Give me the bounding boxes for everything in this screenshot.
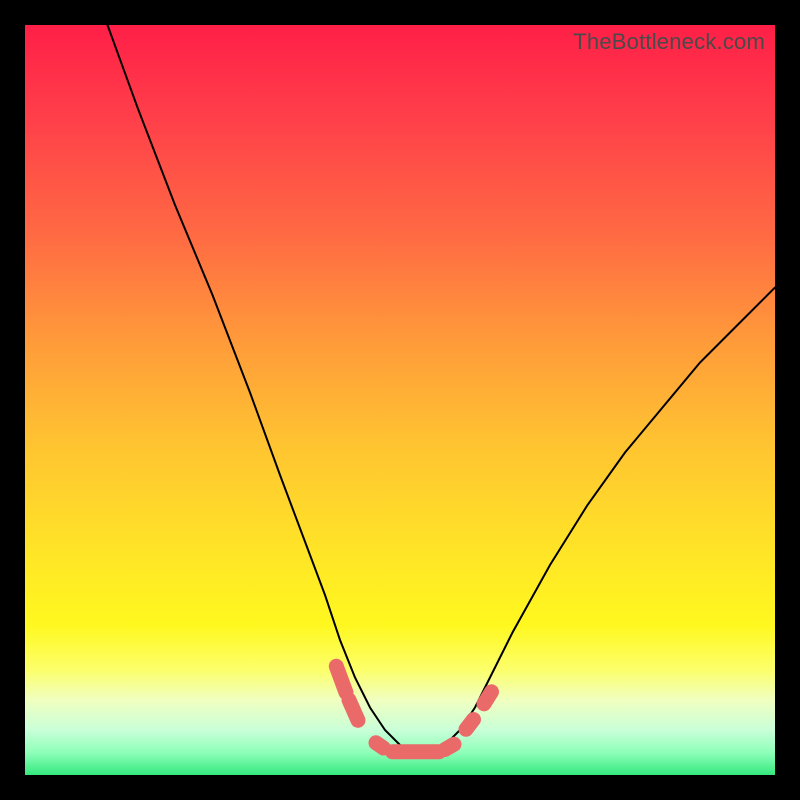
curve-marker [484,692,492,704]
curve-marker [336,666,346,692]
curve-path [108,25,776,753]
chart-overlay [25,25,775,775]
curve-marker [445,744,454,749]
chart-frame: TheBottleneck.com [0,0,800,800]
curve-marker [466,720,474,730]
curve-marker [349,700,358,720]
bottleneck-curve [108,25,776,753]
curve-marker [376,743,384,748]
curve-markers [336,666,491,752]
chart-plot-area: TheBottleneck.com [25,25,775,775]
